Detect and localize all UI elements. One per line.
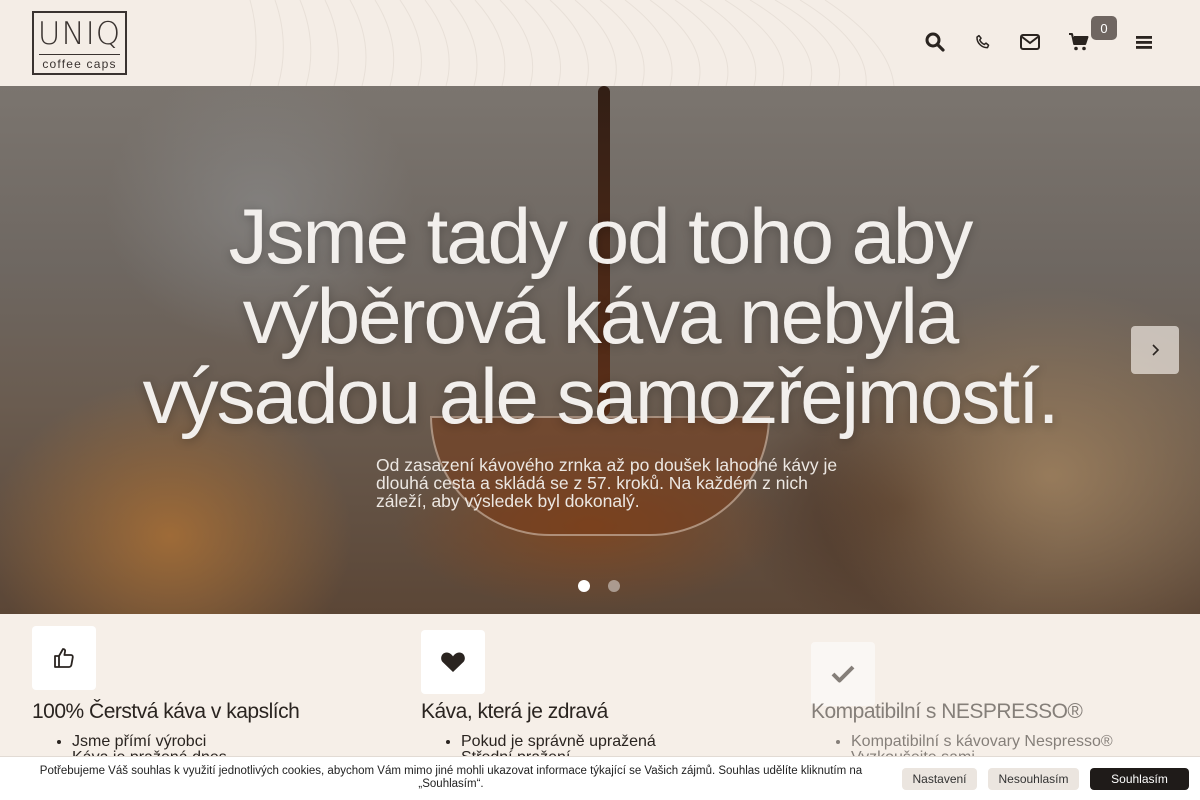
hero-title: Jsme tady od toho aby výběrová káva neby…: [100, 196, 1100, 436]
hero-subtitle-line: záleží, aby výsledek byl dokonalý.: [376, 491, 640, 511]
slider-dot[interactable]: [608, 580, 620, 592]
logo-tagline: coffee caps: [42, 57, 117, 71]
cookie-consent-bar: Potřebujeme Váš souhlas k využití jednot…: [0, 756, 1200, 800]
hero-title-line: výběrová káva nebyla: [242, 272, 959, 360]
phone-icon[interactable]: [971, 30, 995, 54]
thumbs-up-icon: [32, 626, 96, 690]
hero-title-line: výsadou ale samozřejmostí.: [142, 352, 1060, 440]
chevron-right-icon: [1152, 344, 1160, 356]
menu-icon[interactable]: [1132, 30, 1156, 54]
search-icon[interactable]: [923, 30, 947, 54]
check-icon: [811, 642, 875, 706]
cart-icon[interactable]: [1067, 30, 1091, 54]
list-item: Pokud je správně upražená: [461, 734, 656, 750]
site-header: UNIQ coffee caps 0: [0, 0, 1200, 86]
hero-subtitle: Od zasazení kávového zrnka až po doušek …: [376, 456, 856, 510]
list-item: Kompatibilní s kávovary Nespresso®: [851, 734, 1113, 750]
list-item: Jsme přímí výrobci: [72, 734, 227, 750]
hero-title-line: Jsme tady od toho aby: [228, 192, 974, 280]
cookie-message: Potřebujeme Váš souhlas k využití jednot…: [30, 765, 872, 791]
envelope-icon[interactable]: [1018, 30, 1042, 54]
hero-subtitle-line: dlouhá cesta a skládá se z 57. kroků. Na…: [376, 473, 808, 493]
cookie-settings-button[interactable]: Nastavení: [902, 768, 977, 790]
cart-count-badge[interactable]: 0: [1091, 16, 1117, 40]
feature-title: 100% Čerstvá káva v kapslích: [32, 700, 300, 723]
logo-wordmark: UNIQ: [37, 16, 122, 52]
hero-slider: Jsme tady od toho aby výběrová káva neby…: [0, 86, 1200, 614]
cookie-decline-button[interactable]: Nesouhlasím: [988, 768, 1079, 790]
feature-title: Káva, která je zdravá: [421, 700, 608, 723]
cookie-message-line: „Souhlasím“.: [418, 778, 484, 790]
slider-dots: [578, 580, 620, 592]
heart-icon: [421, 630, 485, 694]
feature-title: Kompatibilní s NESPRESSO®: [811, 700, 1083, 723]
cookie-accept-button[interactable]: Souhlasím: [1090, 768, 1189, 790]
hero-subtitle-line: Od zasazení kávového zrnka až po doušek …: [376, 455, 838, 475]
logo[interactable]: UNIQ coffee caps: [32, 11, 127, 75]
slider-next-button[interactable]: [1131, 326, 1179, 374]
slider-dot[interactable]: [578, 580, 590, 592]
cookie-message-line: Potřebujeme Váš souhlas k využití jednot…: [39, 765, 863, 777]
logo-divider: [39, 54, 120, 55]
